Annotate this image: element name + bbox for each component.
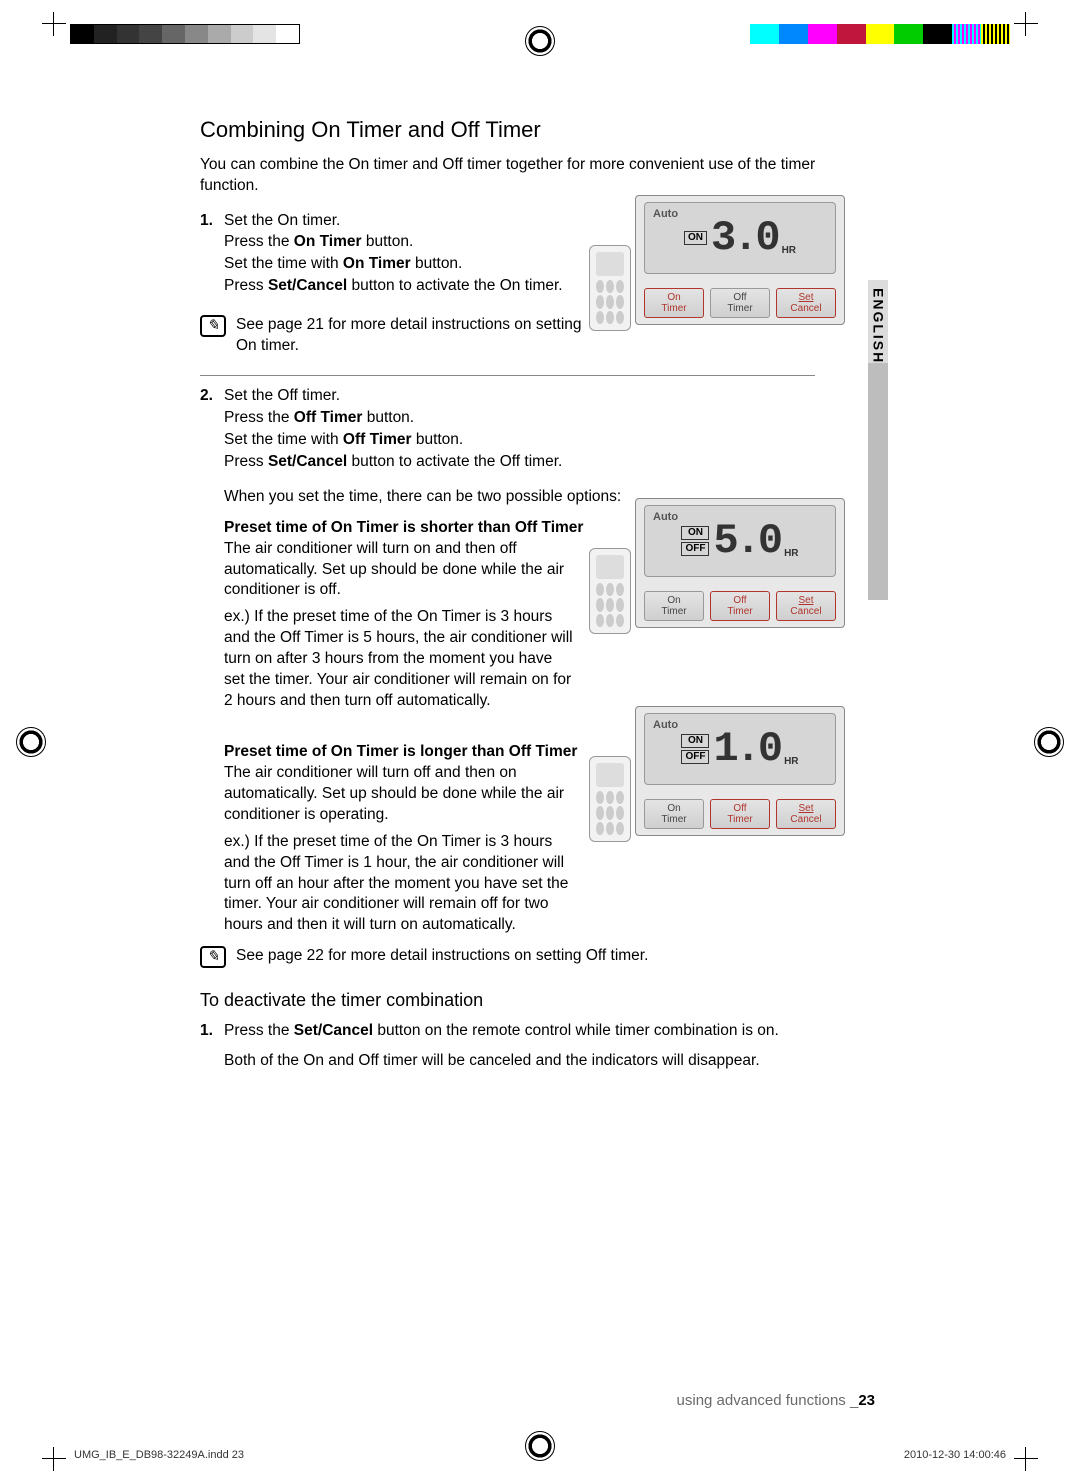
instruction-line: Set the time with On Timer button.	[224, 254, 584, 275]
device-screen: Auto ON 3.0 HR	[644, 202, 836, 274]
hr-label: HR	[782, 244, 796, 258]
hr-label: HR	[784, 547, 798, 561]
device-illustration-1: Auto ON 3.0 HR OnTimer OffTimer SetCance…	[595, 195, 845, 325]
step-number: 2.	[200, 386, 224, 407]
option-long-body: The air conditioner will turn off and th…	[224, 763, 574, 936]
off-timer-button[interactable]: OffTimer	[710, 799, 770, 829]
step-number: 1.	[200, 1021, 224, 1042]
on-indicator: ON	[684, 231, 707, 245]
note-text: See page 22 for more detail instructions…	[236, 946, 696, 967]
off-timer-button[interactable]: OffTimer	[710, 591, 770, 621]
timer-value: 1.0	[713, 721, 780, 778]
note-icon: ✎	[200, 946, 226, 968]
hr-label: HR	[784, 755, 798, 769]
print-slug-left: UMG_IB_E_DB98-32249A.indd 23	[74, 1448, 244, 1463]
off-indicator: OFF	[681, 750, 709, 764]
page-footer: using advanced functions _23	[677, 1391, 875, 1411]
device-screen: Auto ON OFF 1.0 HR	[644, 713, 836, 785]
registration-mark-icon	[525, 1431, 555, 1461]
device-illustration-2: Auto ON OFF 5.0 HR OnTimer OffTimer SetCa…	[595, 498, 845, 628]
step-title: Set the On timer.	[224, 211, 584, 232]
remote-icon	[589, 756, 631, 842]
registration-mark-icon	[16, 727, 46, 757]
instruction-line: Press Set/Cancel button to activate the …	[224, 276, 584, 297]
language-label: ENGLISH	[869, 280, 888, 364]
step-title: Set the Off timer.	[224, 386, 584, 407]
options-intro: When you set the time, there can be two …	[224, 487, 644, 508]
on-timer-button[interactable]: OnTimer	[644, 799, 704, 829]
auto-label: Auto	[653, 718, 678, 733]
instruction-line: Press the On Timer button.	[224, 232, 584, 253]
off-timer-button[interactable]: OffTimer	[710, 288, 770, 318]
separator-line	[200, 375, 815, 376]
set-cancel-button[interactable]: SetCancel	[776, 288, 836, 318]
instruction-line: Both of the On and Off timer will be can…	[224, 1051, 824, 1072]
on-timer-button[interactable]: OnTimer	[644, 288, 704, 318]
instruction-line: Press the Set/Cancel button on the remot…	[224, 1021, 824, 1042]
step-2: 2. Set the Off timer. Press the Off Time…	[200, 386, 840, 473]
instruction-line: Set the time with Off Timer button.	[224, 430, 584, 451]
registration-mark-icon	[525, 26, 555, 56]
crop-mark-icon	[1014, 1447, 1038, 1471]
deactivate-step: 1. Press the Set/Cancel button on the re…	[200, 1021, 840, 1073]
option-short-body: The air conditioner will turn on and the…	[224, 539, 574, 712]
crop-mark-icon	[42, 12, 66, 36]
crop-mark-icon	[42, 1447, 66, 1471]
print-slug-right: 2010-12-30 14:00:46	[904, 1448, 1006, 1463]
page-heading: Combining On Timer and Off Timer	[200, 115, 840, 145]
note-text: See page 21 for more detail instructions…	[236, 315, 586, 357]
deactivate-heading: To deactivate the timer combination	[200, 988, 840, 1012]
device-screen: Auto ON OFF 5.0 HR	[644, 505, 836, 577]
device-illustration-3: Auto ON OFF 1.0 HR OnTimer OffTimer SetCa…	[595, 706, 845, 836]
intro-text: You can combine the On timer and Off tim…	[200, 155, 840, 197]
on-indicator: ON	[681, 526, 709, 540]
on-timer-button[interactable]: OnTimer	[644, 591, 704, 621]
note-box: ✎ See page 22 for more detail instructio…	[200, 946, 840, 968]
language-tab: ENGLISH	[868, 280, 888, 600]
note-icon: ✎	[200, 315, 226, 337]
off-indicator: OFF	[681, 542, 709, 556]
set-cancel-button[interactable]: SetCancel	[776, 799, 836, 829]
registration-mark-icon	[1034, 727, 1064, 757]
step-number: 1.	[200, 211, 224, 232]
footer-text: using advanced functions _	[677, 1392, 859, 1409]
instruction-line: Press Set/Cancel button to activate the …	[224, 452, 584, 473]
remote-icon	[589, 245, 631, 331]
auto-label: Auto	[653, 207, 678, 222]
page-number: 23	[858, 1392, 875, 1409]
remote-icon	[589, 548, 631, 634]
crop-mark-icon	[1014, 12, 1038, 36]
on-indicator: ON	[681, 734, 709, 748]
set-cancel-button[interactable]: SetCancel	[776, 591, 836, 621]
instruction-line: Press the Off Timer button.	[224, 408, 584, 429]
auto-label: Auto	[653, 510, 678, 525]
timer-value: 5.0	[713, 513, 780, 570]
timer-value: 3.0	[711, 210, 778, 267]
